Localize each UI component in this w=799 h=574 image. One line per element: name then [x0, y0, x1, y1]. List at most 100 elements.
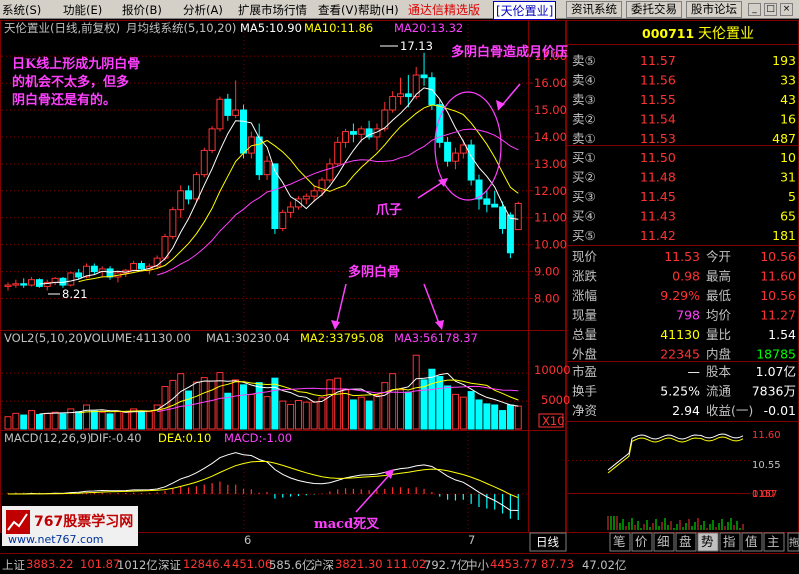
- candle-body: [467, 144, 475, 181]
- quote-tab-label: 指: [723, 534, 736, 549]
- volume-bar: [491, 404, 499, 430]
- volume-bar: [310, 401, 318, 430]
- macd-label: MACD:-1.00: [224, 431, 292, 445]
- volume-bar: [294, 400, 302, 430]
- volume-ma3: MA3:56178.37: [394, 331, 478, 345]
- volume-bar: [475, 399, 483, 430]
- arrow-multi-yin-right-head: [435, 320, 444, 330]
- arrow-macd-head: [384, 469, 394, 479]
- volume-ma2: MA2:33795.08: [300, 331, 384, 345]
- stat-value: 2.94: [672, 403, 700, 418]
- volume-bar: [20, 414, 28, 430]
- volume-bar: [404, 391, 412, 430]
- stat-label: 涨幅: [572, 288, 597, 303]
- volume-bar: [467, 391, 475, 430]
- quote-row-volume: 181: [772, 228, 796, 243]
- volume-bar: [90, 410, 98, 430]
- arrow-multi-yin-left: [335, 283, 347, 327]
- stat-label: 最低: [706, 288, 732, 303]
- quote-row-label: 卖④: [572, 73, 596, 88]
- volume-bar: [59, 413, 67, 430]
- volume-bar: [373, 394, 381, 430]
- price-tick-label: 9.00: [534, 265, 560, 279]
- stat-value: 11.27: [760, 308, 796, 323]
- candle-body: [137, 263, 145, 270]
- volume-bar: [459, 396, 467, 430]
- mini-average-line: [607, 436, 744, 474]
- candle-body: [428, 77, 436, 106]
- ma-system-label: 月均线系统(5,10,20): [126, 21, 236, 35]
- candle-body: [499, 206, 507, 230]
- price-tick-label: 8.00: [534, 292, 560, 306]
- volume-bar: [43, 412, 51, 430]
- quote-row-label: 买④: [572, 209, 596, 224]
- candle-body: [232, 109, 240, 116]
- candle-body: [451, 152, 459, 162]
- candle-body: [412, 74, 420, 98]
- candle-body: [12, 283, 20, 286]
- chart-area[interactable]: 17.0016.0015.0014.0013.0012.0011.0010.00…: [0, 0, 799, 574]
- stat-value: -0.01: [764, 403, 796, 418]
- x-tick-6: 6: [244, 533, 251, 547]
- volume-bar: [326, 379, 334, 430]
- quote-tab-label: 主: [767, 534, 780, 549]
- stat-label: 市盈: [572, 364, 597, 379]
- volume-bar: [114, 411, 122, 430]
- ticker-sh-name[interactable]: 上证: [2, 557, 25, 573]
- stat-value: 7836万: [752, 384, 796, 399]
- candle-body: [90, 265, 98, 273]
- index-ticker-bar: 上证 3883.22 101.87 1012亿 深证 12846.4 451.0…: [0, 553, 799, 574]
- dea-label: DEA:0.10: [158, 431, 211, 445]
- volume-bar: [357, 396, 365, 430]
- volume-bar: [208, 380, 216, 430]
- dif-label: DIF:-0.40: [90, 431, 142, 445]
- volume-bar: [28, 410, 36, 430]
- volume-bar: [279, 400, 287, 430]
- volume-bar: [334, 377, 342, 430]
- volume-bar: [67, 408, 75, 430]
- mini-zero: 0.00: [752, 489, 774, 500]
- annotation-note1-line1: 日K线上形成九阴白骨: [12, 56, 140, 72]
- stat-label: 均价: [706, 308, 732, 323]
- volume-bar: [240, 384, 247, 430]
- quote-tab-label: 值: [745, 534, 758, 549]
- stat-value: 0.98: [672, 269, 700, 284]
- volume-bar: [263, 396, 271, 430]
- candle-body: [169, 209, 177, 238]
- candle-body: [514, 202, 522, 231]
- volume-bar: [255, 382, 263, 430]
- quote-row-volume: 193: [772, 53, 796, 68]
- annotation-multi-yin: 多阴白骨: [348, 264, 400, 280]
- candle-body: [240, 109, 247, 154]
- ticker-sz-name[interactable]: 深证: [158, 557, 181, 573]
- volume-bar: [35, 413, 43, 430]
- volume-unit: X10: [542, 414, 565, 428]
- price-tick-label: 13.00: [534, 157, 567, 171]
- volume-bar: [318, 397, 326, 430]
- candle-body: [389, 96, 397, 111]
- candle-body: [302, 195, 310, 200]
- volume-bar: [342, 389, 350, 430]
- quote-row-label: 卖①: [572, 131, 596, 146]
- candle-body: [506, 214, 514, 254]
- ticker-hs-name[interactable]: 沪深: [311, 557, 334, 573]
- quote-row-volume: 487: [772, 131, 796, 146]
- candle-body: [20, 283, 28, 286]
- volume-bar: [451, 393, 459, 430]
- quote-row-price: 11.42: [640, 228, 676, 243]
- watermark-brand: 767股票学习网: [34, 513, 133, 530]
- dea-line: [8, 460, 519, 499]
- candle-body: [161, 236, 169, 259]
- stat-label: 最高: [706, 269, 731, 284]
- stat-label: 现量: [572, 308, 597, 323]
- stat-value: 11.60: [760, 269, 796, 284]
- period-tab-label: 日线: [536, 535, 559, 549]
- volume-bar: [506, 404, 514, 430]
- quote-row-label: 买①: [572, 150, 596, 165]
- low-price-label: 8.21: [62, 287, 88, 301]
- quote-row-label: 卖②: [572, 112, 596, 127]
- ma5-label: MA5:10.90: [240, 21, 302, 35]
- ticker-zx-name[interactable]: 中小: [466, 557, 489, 573]
- quote-tab-label: 笔: [613, 534, 626, 549]
- price-tick-label: 12.00: [534, 184, 567, 198]
